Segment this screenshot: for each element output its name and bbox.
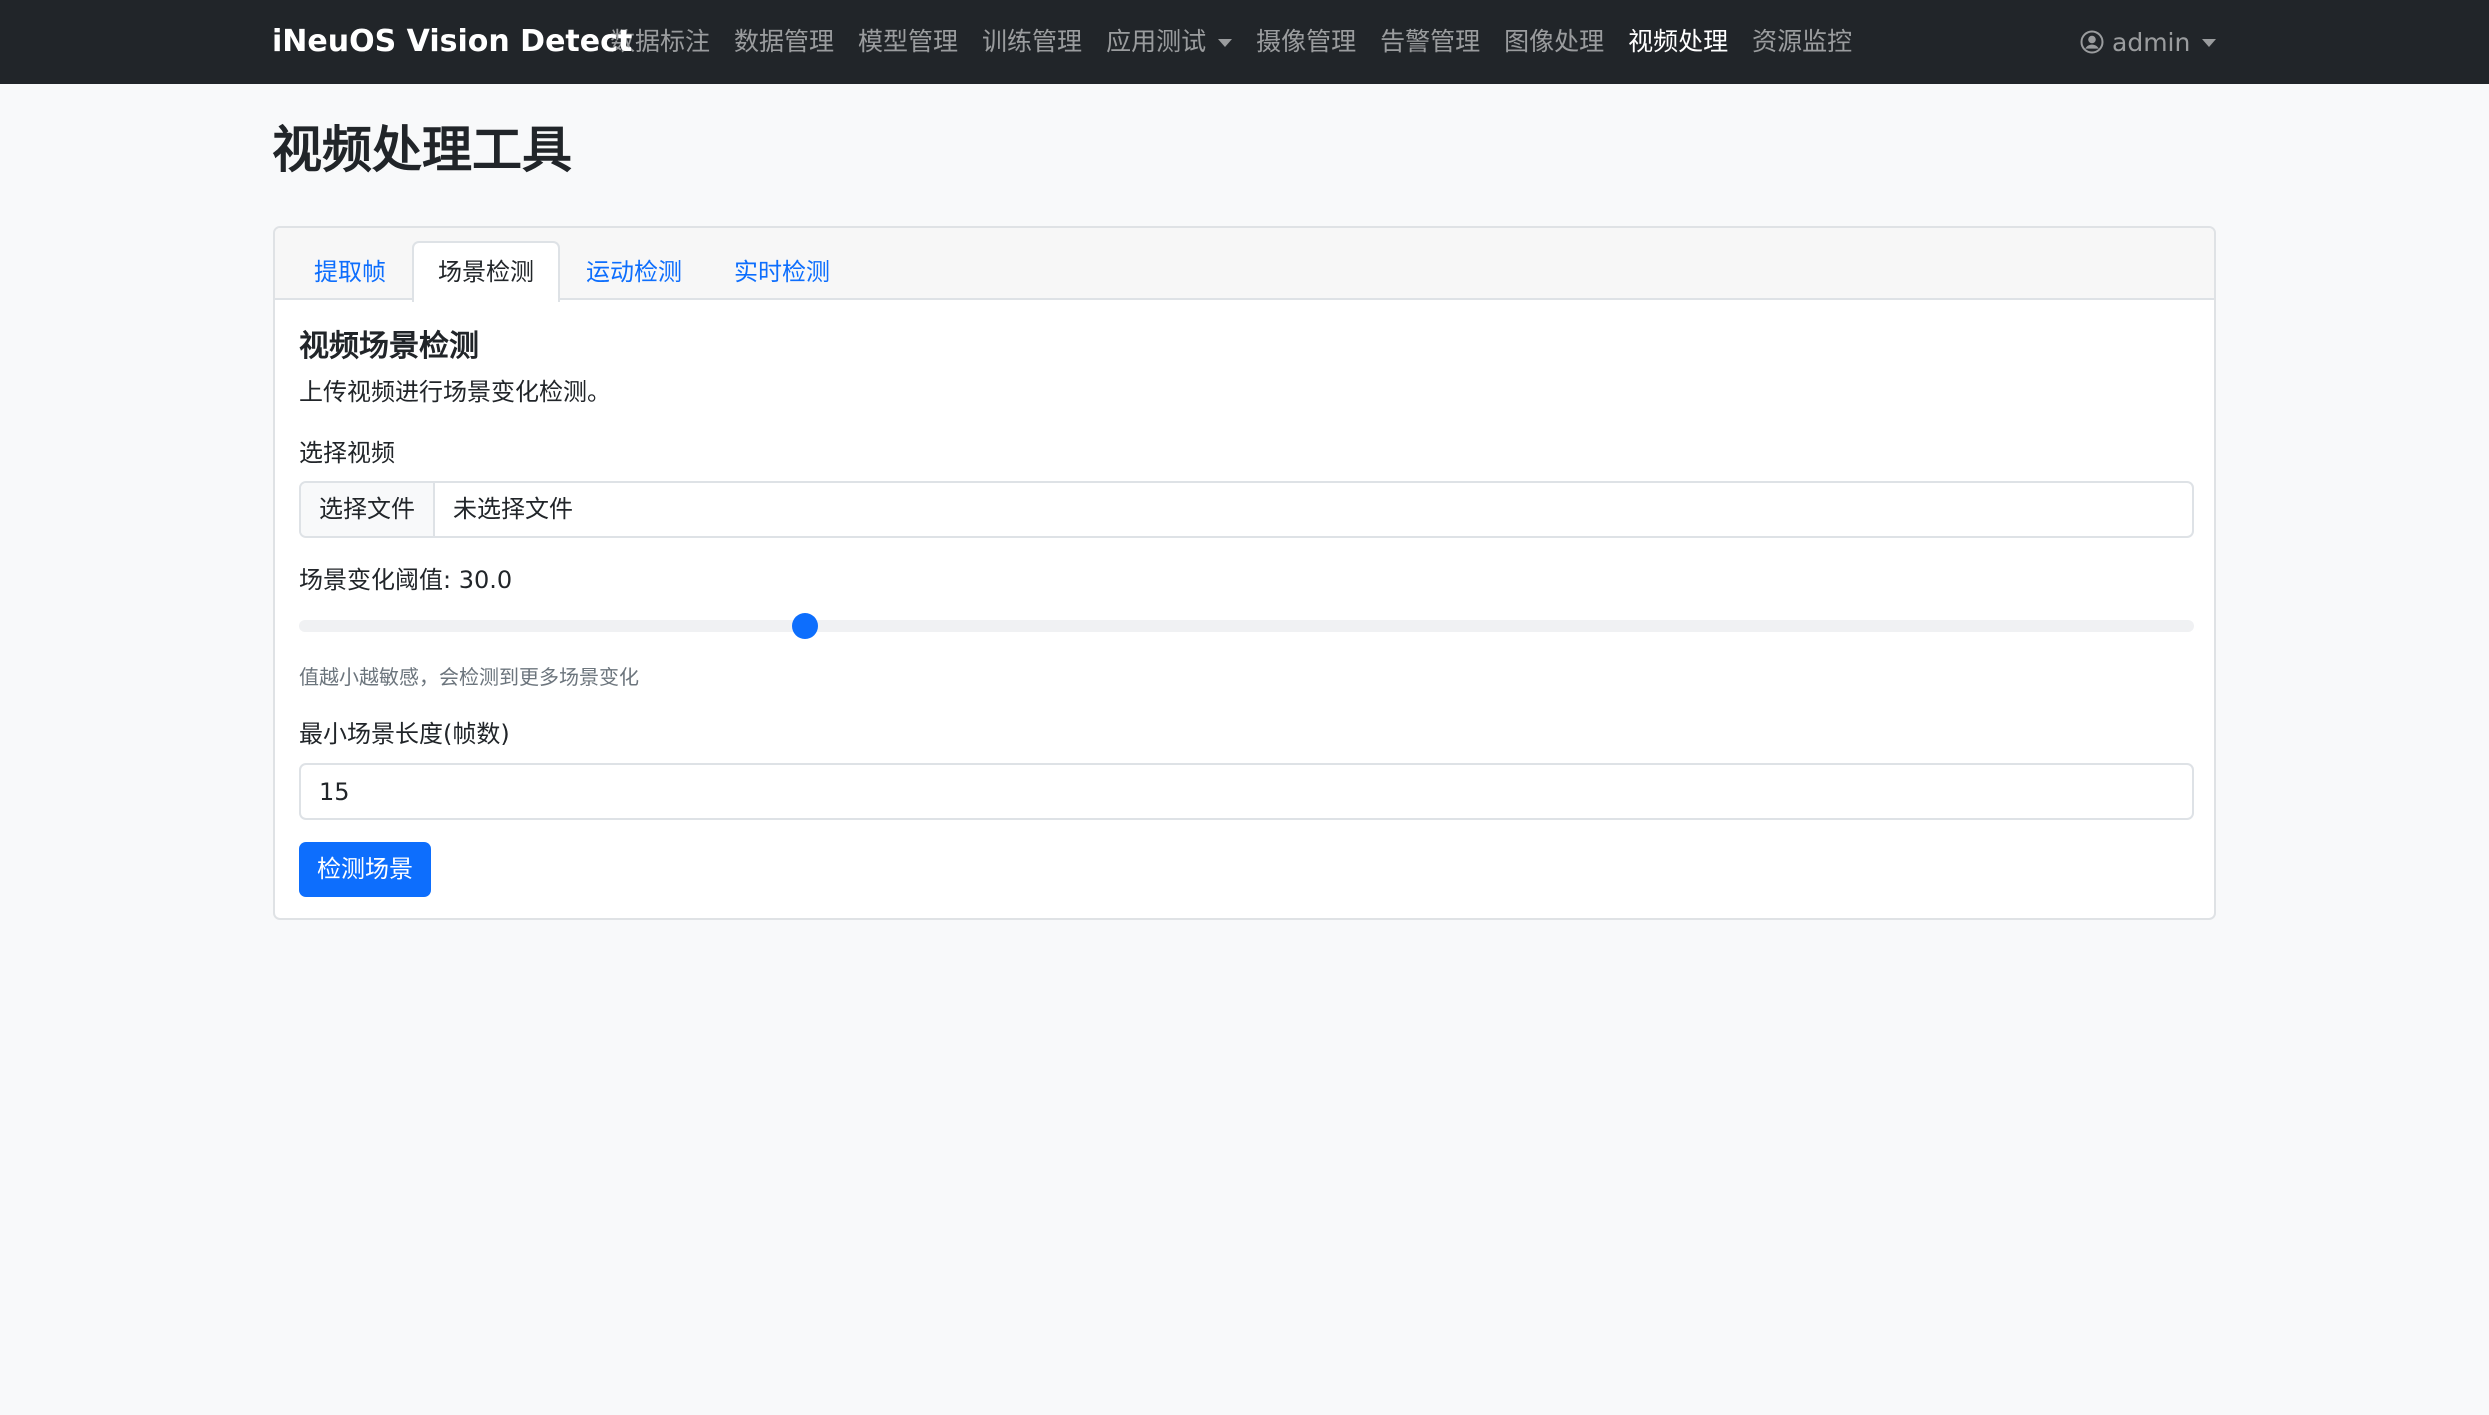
threshold-label: 场景变化阈值: 30.0 (299, 566, 513, 594)
nav-item-label: 摄像管理 (1256, 27, 1357, 56)
tab-realtime-detection[interactable]: 实时检测 (708, 241, 856, 300)
nav-item-alarm-management[interactable]: 告警管理 (1368, 0, 1492, 84)
video-select-label: 选择视频 (299, 439, 395, 467)
card-header: 提取帧 场景检测 运动检测 实时检测 (275, 228, 2214, 302)
chevron-down-icon (2202, 39, 2217, 47)
nav-item-label: 应用测试 (1106, 27, 1207, 56)
nav-item-video-processing[interactable]: 视频处理 (1616, 0, 1740, 84)
nav-item-label: 数据管理 (734, 27, 835, 56)
video-file-input[interactable]: 选择文件 未选择文件 (299, 481, 2194, 538)
nav-item-label: 视频处理 (1628, 27, 1729, 56)
tab-bar: 提取帧 场景检测 运动检测 实时检测 (288, 241, 856, 302)
min-scene-length-label: 最小场景长度(帧数) (299, 720, 510, 748)
top-navbar: iNeuOS Vision Detect 数据标注 数据管理 模型管理 训练管理… (0, 0, 2489, 84)
user-menu-dropdown[interactable]: admin (2080, 0, 2217, 84)
user-name: admin (2112, 27, 2191, 57)
nav-item-label: 模型管理 (858, 27, 959, 56)
page-title: 视频处理工具 (272, 121, 572, 179)
user-circle-icon (2080, 30, 2104, 54)
nav-item-label: 训练管理 (982, 27, 1083, 56)
detect-scenes-button[interactable]: 检测场景 (299, 842, 431, 897)
choose-file-button[interactable]: 选择文件 (301, 483, 435, 536)
nav-item-data-annotation[interactable]: 数据标注 (598, 0, 722, 84)
threshold-help-text: 值越小越敏感，会检测到更多场景变化 (299, 665, 639, 689)
file-status-text: 未选择文件 (453, 495, 573, 523)
video-tools-card: 提取帧 场景检测 运动检测 实时检测 视频场景检测 上传视频进行场景变化检测。 … (273, 226, 2216, 920)
nav-item-label: 数据标注 (610, 27, 711, 56)
min-scene-length-input[interactable] (299, 763, 2194, 820)
nav-links: 数据标注 数据管理 模型管理 训练管理 应用测试 摄像管理 告警管理 图像处理 … (598, 0, 1864, 84)
tab-motion-detection[interactable]: 运动检测 (560, 241, 708, 300)
nav-item-training-management[interactable]: 训练管理 (970, 0, 1094, 84)
nav-item-model-management[interactable]: 模型管理 (846, 0, 970, 84)
brand-logo[interactable]: iNeuOS Vision Detect (272, 0, 632, 84)
slider-handle[interactable] (791, 613, 818, 639)
nav-item-label: 资源监控 (1752, 27, 1853, 56)
nav-item-camera-management[interactable]: 摄像管理 (1244, 0, 1368, 84)
section-title: 视频场景检测 (299, 329, 479, 364)
tab-scene-detection[interactable]: 场景检测 (412, 241, 560, 302)
tab-extract-frames[interactable]: 提取帧 (288, 241, 412, 300)
nav-item-resource-monitoring[interactable]: 资源监控 (1740, 0, 1864, 84)
nav-item-app-testing-dropdown[interactable]: 应用测试 (1094, 0, 1244, 84)
nav-item-image-processing[interactable]: 图像处理 (1492, 0, 1616, 84)
chevron-down-icon (1218, 39, 1233, 47)
threshold-slider[interactable] (299, 613, 2194, 639)
nav-item-data-management[interactable]: 数据管理 (722, 0, 846, 84)
nav-item-label: 告警管理 (1380, 27, 1481, 56)
section-description: 上传视频进行场景变化检测。 (299, 378, 611, 406)
nav-item-label: 图像处理 (1504, 27, 1605, 56)
